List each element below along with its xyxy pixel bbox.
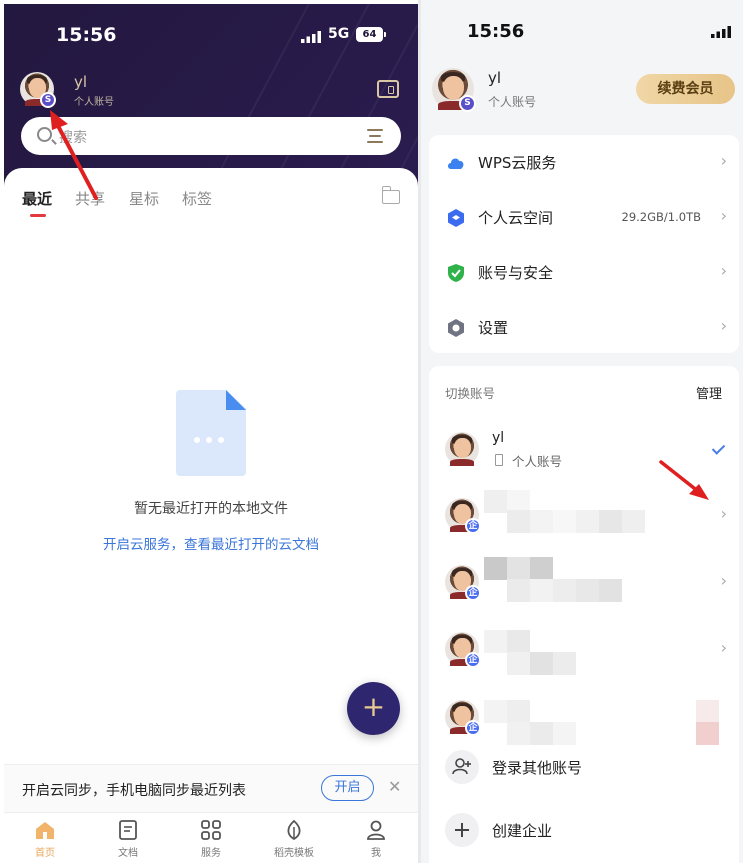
chevron-right-icon: › [720, 638, 727, 657]
close-icon[interactable]: ✕ [388, 777, 401, 796]
plus-icon [445, 813, 479, 847]
chevron-right-icon: › [720, 261, 727, 280]
menu-personal-cloud[interactable]: 个人云空间 29.2GB/1.0TB › [429, 190, 739, 244]
empty-document-icon [176, 390, 246, 476]
switch-account-title: 切换账号 [445, 386, 496, 401]
enterprise-badge-icon: 企 [465, 585, 481, 601]
chevron-right-icon: › [720, 151, 727, 170]
login-other-account-button[interactable]: 登录其他账号 [429, 740, 739, 796]
leaf-icon [287, 819, 301, 841]
avatar [445, 432, 479, 466]
tabbar-templates[interactable]: 稻壳模板 [264, 819, 324, 859]
tabbar-docs[interactable]: 文档 [98, 819, 158, 859]
account-type: 个人账号 [488, 95, 537, 109]
member-badge-icon: S [459, 95, 476, 112]
account-screen: 15:56 S yl 个人账号 续费会员 WPS云服务 › 个人云空间 29.2… [421, 0, 743, 863]
account-item[interactable]: 企 › [429, 549, 739, 613]
phone-icon [495, 454, 503, 466]
tabbar-home[interactable]: 首页 [15, 819, 75, 859]
menu-settings[interactable]: 设置 › [429, 300, 739, 354]
profile-name: yl [74, 73, 88, 91]
home-screen: 15:56 5G 64 S yl 个人账号 搜索 最近 共享 星标 标签 暂无最… [4, 4, 418, 863]
renew-membership-button[interactable]: 续费会员 [636, 74, 735, 104]
person-icon [367, 820, 385, 840]
signal-icon [301, 31, 321, 43]
profile-header[interactable]: S yl 个人账号 [20, 72, 114, 112]
profile-header[interactable]: S [432, 68, 476, 112]
folder-icon[interactable] [381, 186, 400, 204]
wallet-icon[interactable] [377, 80, 399, 98]
storage-usage: 29.2GB/1.0TB [621, 210, 701, 224]
manage-button[interactable]: 管理 [696, 383, 722, 402]
avatar: 企 [445, 565, 481, 601]
bottom-tab-bar: 首页 文档 服务 稻壳模板 我 [4, 812, 418, 863]
check-icon [711, 441, 726, 455]
status-time: 15:56 [467, 21, 525, 42]
account-item[interactable]: 企 › [429, 482, 739, 546]
menu-wps-cloud[interactable]: WPS云服务 › [429, 135, 739, 189]
tab-recent[interactable]: 最近 [22, 188, 52, 209]
avatar: 企 [445, 498, 481, 534]
screenshot-composite: 15:56 5G 64 S yl 个人账号 搜索 最近 共享 星标 标签 暂无最… [0, 0, 743, 863]
account-item-current[interactable]: yl 个人账号 [429, 416, 739, 480]
sync-banner-text: 开启云同步，手机电脑同步最近列表 [22, 783, 246, 799]
switch-account-panel: 切换账号 管理 yl 个人账号 企 › 企 › 企 › 企 登录其他账号 创建企… [429, 366, 739, 863]
recent-files-panel: 最近 共享 星标 标签 暂无最近打开的本地文件 开启云服务，查看最近打开的云文档… [4, 168, 418, 863]
search-bar[interactable]: 搜索 [21, 117, 401, 155]
avatar: 企 [445, 700, 481, 736]
enable-sync-button[interactable]: 开启 [321, 775, 374, 801]
profile-name: yl [488, 69, 502, 87]
tabbar-services[interactable]: 服务 [181, 819, 241, 859]
tab-tags[interactable]: 标签 [182, 188, 212, 209]
avatar[interactable]: S [432, 68, 476, 112]
tab-starred[interactable]: 星标 [129, 188, 159, 209]
account-name: yl [492, 430, 505, 446]
account-type: 个人账号 [512, 454, 563, 469]
menu-account-security[interactable]: 账号与安全 › [429, 245, 739, 299]
search-icon [37, 127, 52, 142]
enterprise-badge-icon: 企 [465, 652, 481, 668]
sync-banner: 开启云同步，手机电脑同步最近列表 开启 ✕ [4, 764, 418, 812]
create-button[interactable]: + [347, 682, 400, 735]
gear-icon [448, 319, 464, 337]
grid-icon [201, 820, 221, 840]
avatar: 企 [445, 632, 481, 668]
status-bar: 15:56 [421, 18, 743, 48]
battery-icon: 64 [356, 27, 386, 42]
scan-icon[interactable] [367, 128, 383, 144]
document-icon [119, 820, 137, 840]
cube-icon [448, 209, 464, 227]
chevron-right-icon: › [720, 316, 727, 335]
cloud-icon [448, 158, 464, 169]
chevron-right-icon: › [720, 206, 727, 225]
account-item[interactable]: 企 › [429, 616, 739, 680]
network-label: 5G [328, 26, 350, 42]
status-time: 15:56 [56, 24, 117, 46]
create-enterprise-button[interactable]: 创建企业 [429, 803, 739, 859]
enterprise-badge-icon: 企 [465, 518, 481, 534]
avatar[interactable]: S [20, 72, 56, 108]
home-icon [36, 822, 54, 839]
member-badge-icon: S [40, 92, 56, 108]
enable-cloud-link[interactable]: 开启云服务，查看最近打开的云文档 [4, 533, 418, 553]
empty-message: 暂无最近打开的本地文件 [134, 501, 288, 517]
chevron-right-icon: › [720, 504, 727, 523]
enterprise-badge-icon: 企 [465, 720, 481, 736]
add-user-icon [445, 750, 479, 784]
signal-icon [711, 26, 731, 38]
tab-shared[interactable]: 共享 [75, 188, 105, 209]
chevron-right-icon: › [720, 571, 727, 590]
status-bar: 15:56 5G 64 [4, 22, 418, 52]
account-type: 个人账号 [74, 97, 114, 108]
settings-menu: WPS云服务 › 个人云空间 29.2GB/1.0TB › 账号与安全 › 设置… [429, 135, 739, 353]
account-item[interactable]: 企 [429, 684, 739, 748]
search-input[interactable]: 搜索 [59, 127, 87, 147]
active-tab-indicator [30, 214, 46, 217]
tabbar-me[interactable]: 我 [346, 819, 406, 859]
shield-icon [448, 264, 464, 282]
